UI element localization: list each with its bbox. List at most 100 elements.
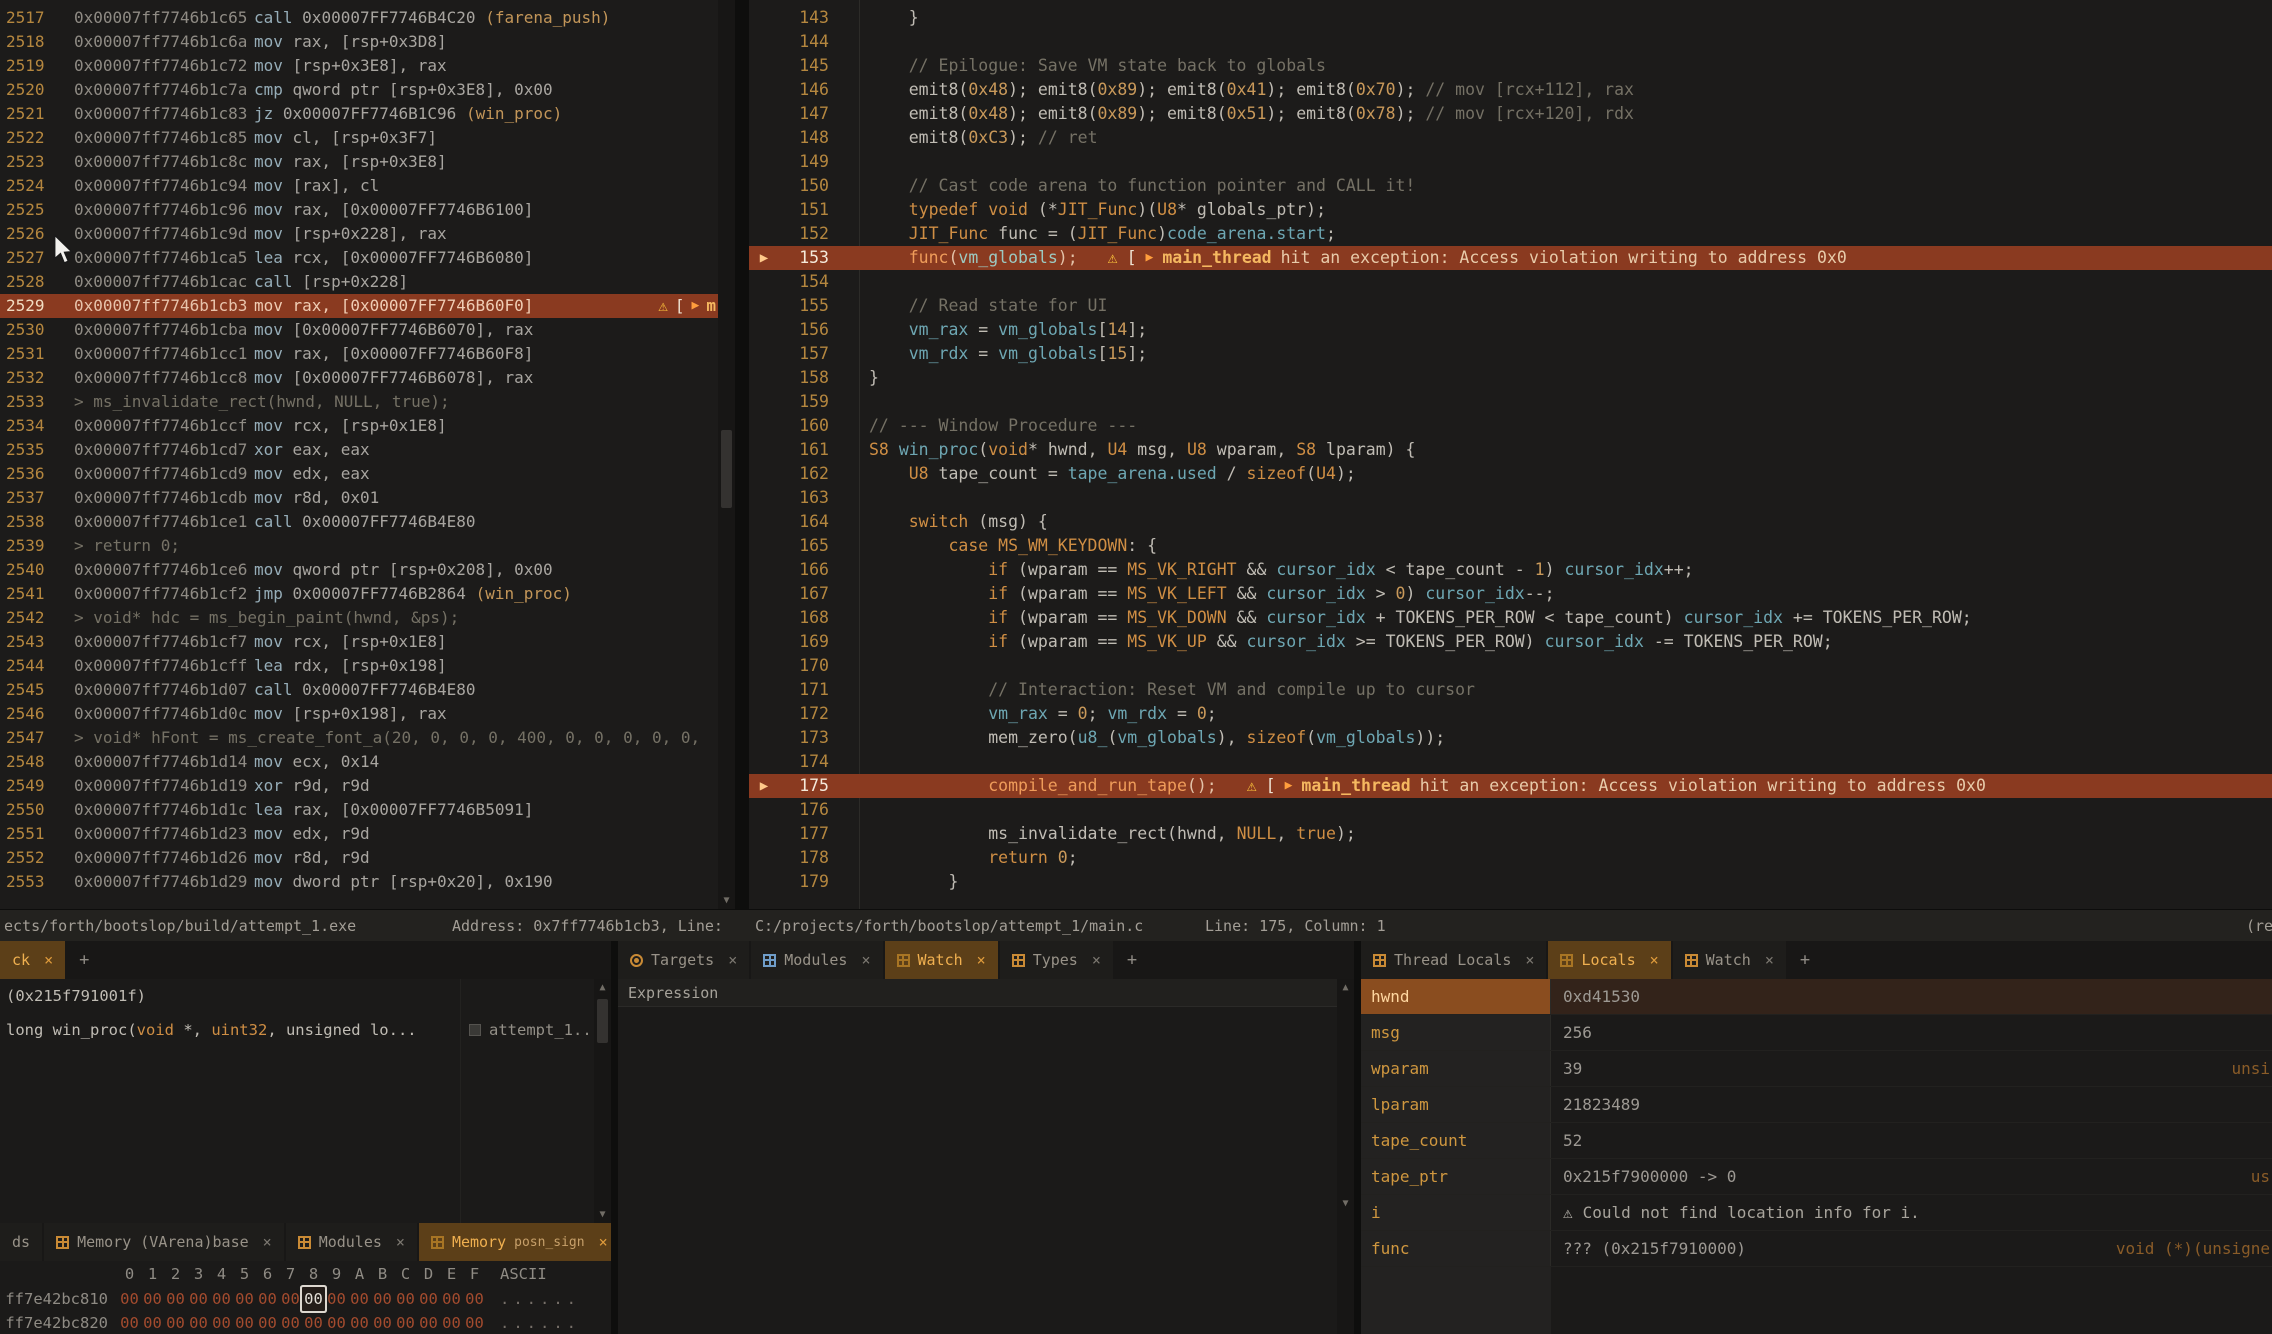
memory-byte[interactable]: 00 xyxy=(371,1311,394,1334)
memory-byte[interactable]: 00 xyxy=(279,1311,302,1334)
source-line-165[interactable]: 165 case MS_WM_KEYDOWN: { xyxy=(749,534,2272,558)
source-line-166[interactable]: 166 if (wparam == MS_VK_RIGHT && cursor_… xyxy=(749,558,2272,582)
memory-byte[interactable]: 00 xyxy=(325,1287,348,1311)
source-line-159[interactable]: 159 xyxy=(749,390,2272,414)
memory-byte[interactable]: 00 xyxy=(141,1287,164,1311)
source-line-170[interactable]: 170 xyxy=(749,654,2272,678)
source-line-152[interactable]: 152 JIT_Func func = (JIT_Func)code_arena… xyxy=(749,222,2272,246)
tab-memory[interactable]: Memoryposn_sign× xyxy=(419,1223,611,1261)
disasm-line-2526[interactable]: 25260x00007ff7746b1c9dmov [rsp+0x228], r… xyxy=(0,222,718,246)
close-tab-icon[interactable]: × xyxy=(396,1233,405,1251)
close-tab-icon[interactable]: × xyxy=(861,951,870,969)
memory-byte[interactable]: 00 xyxy=(164,1311,187,1334)
disasm-line-2517[interactable]: 25170x00007ff7746b1c65call 0x00007FF7746… xyxy=(0,6,718,30)
source-line-167[interactable]: 167 if (wparam == MS_VK_LEFT && cursor_i… xyxy=(749,582,2272,606)
new-tab-button[interactable]: + xyxy=(1115,950,1149,970)
callstack-scrollbar[interactable]: ▲ ▼ xyxy=(594,979,611,1223)
disasm-line-2525[interactable]: 25250x00007ff7746b1c96mov rax, [0x00007F… xyxy=(0,198,718,222)
memory-byte[interactable]: 00 xyxy=(187,1287,210,1311)
source-line-154[interactable]: 154 xyxy=(749,270,2272,294)
close-tab-icon[interactable]: × xyxy=(44,951,53,969)
disasm-line-2531[interactable]: 25310x00007ff7746b1cc1mov rax, [0x00007F… xyxy=(0,342,718,366)
memory-byte[interactable]: 00 xyxy=(463,1287,486,1311)
disasm-line-2521[interactable]: 25210x00007ff7746b1c83jz 0x00007FF7746B1… xyxy=(0,102,718,126)
local-row-wparam[interactable]: wparam39unsi xyxy=(1361,1051,2272,1087)
source-line-157[interactable]: 157 vm_rdx = vm_globals[15]; xyxy=(749,342,2272,366)
disasm-line-2537[interactable]: 25370x00007ff7746b1cdbmov r8d, 0x01 xyxy=(0,486,718,510)
memory-byte[interactable]: 00 xyxy=(417,1311,440,1334)
source-line-148[interactable]: 148 emit8(0xC3); // ret xyxy=(749,126,2272,150)
memory-byte[interactable]: 00 xyxy=(233,1287,256,1311)
close-tab-icon[interactable]: × xyxy=(1650,951,1659,969)
memory-byte[interactable]: 00 xyxy=(118,1311,141,1334)
tab-locals[interactable]: Locals× xyxy=(1548,941,1670,979)
memory-byte[interactable]: 00 xyxy=(118,1287,141,1311)
local-row-func[interactable]: func??? (0x215f7910000)void (*)(unsigne xyxy=(1361,1231,2272,1267)
memory-byte[interactable]: 00 xyxy=(348,1311,371,1334)
local-row-lparam[interactable]: lparam21823489 xyxy=(1361,1087,2272,1123)
memory-byte[interactable]: 00 xyxy=(210,1287,233,1311)
memory-byte[interactable]: 00 xyxy=(371,1287,394,1311)
tab-watch[interactable]: Watch× xyxy=(885,941,998,979)
tab-ds[interactable]: ds xyxy=(0,1223,42,1261)
close-tab-icon[interactable]: × xyxy=(263,1233,272,1251)
scroll-up-icon[interactable]: ▲ xyxy=(594,979,611,996)
disasm-line-2527[interactable]: 25270x00007ff7746b1ca5lea rcx, [0x00007F… xyxy=(0,246,718,270)
source-line-149[interactable]: 149 xyxy=(749,150,2272,174)
memory-byte-cursor[interactable]: 00 xyxy=(302,1287,325,1311)
disasm-line-2540[interactable]: 25400x00007ff7746b1ce6mov qword ptr [rsp… xyxy=(0,558,718,582)
close-tab-icon[interactable]: × xyxy=(1765,951,1774,969)
disasm-line-2528[interactable]: 25280x00007ff7746b1caccall [rsp+0x228] xyxy=(0,270,718,294)
disasm-line-2538[interactable]: 25380x00007ff7746b1ce1call 0x00007FF7746… xyxy=(0,510,718,534)
local-row-i[interactable]: i⚠Could not find location info for i. xyxy=(1361,1195,2272,1231)
source-line-156[interactable]: 156 vm_rax = vm_globals[14]; xyxy=(749,318,2272,342)
source-line-164[interactable]: 164 switch (msg) { xyxy=(749,510,2272,534)
source-line-150[interactable]: 150 // Cast code arena to function point… xyxy=(749,174,2272,198)
source-line-169[interactable]: 169 if (wparam == MS_VK_UP && cursor_idx… xyxy=(749,630,2272,654)
scroll-up-icon[interactable]: ▲ xyxy=(1337,979,1354,996)
disasm-scrollbar[interactable]: ▼ xyxy=(718,0,735,909)
watch-empty-area[interactable] xyxy=(618,1007,1354,1334)
source-line-158[interactable]: 158} xyxy=(749,366,2272,390)
source-line-144[interactable]: 144 xyxy=(749,30,2272,54)
close-tab-icon[interactable]: × xyxy=(599,1233,608,1251)
disasm-line-2553[interactable]: 25530x00007ff7746b1d29mov dword ptr [rsp… xyxy=(0,870,718,894)
memory-byte[interactable]: 00 xyxy=(440,1287,463,1311)
disasm-line-2523[interactable]: 25230x00007ff7746b1c8cmov rax, [rsp+0x3E… xyxy=(0,150,718,174)
scroll-down-icon[interactable]: ▼ xyxy=(718,892,735,909)
source-line-163[interactable]: 163 xyxy=(749,486,2272,510)
source-line-176[interactable]: 176 xyxy=(749,798,2272,822)
stack-frame-0[interactable]: (0x215f791001f) xyxy=(0,979,594,1013)
disasm-line-2546[interactable]: 25460x00007ff7746b1d0cmov [rsp+0x198], r… xyxy=(0,702,718,726)
disasm-line-2522[interactable]: 25220x00007ff7746b1c85mov cl, [rsp+0x3F7… xyxy=(0,126,718,150)
new-tab-button[interactable]: + xyxy=(67,950,101,970)
memory-byte[interactable]: 00 xyxy=(256,1311,279,1334)
memory-byte[interactable]: 00 xyxy=(417,1287,440,1311)
disasm-line-2530[interactable]: 25300x00007ff7746b1cbamov [0x00007FF7746… xyxy=(0,318,718,342)
source-line-162[interactable]: 162 U8 tape_count = tape_arena.used / si… xyxy=(749,462,2272,486)
memory-byte[interactable]: 00 xyxy=(233,1311,256,1334)
disasm-line-2545[interactable]: 25450x00007ff7746b1d07call 0x00007FF7746… xyxy=(0,678,718,702)
memory-byte[interactable]: 00 xyxy=(141,1311,164,1334)
local-row-tape-ptr[interactable]: tape_ptr0x215f7900000 -> 0us xyxy=(1361,1159,2272,1195)
memory-byte[interactable]: 00 xyxy=(394,1311,417,1334)
source-line-173[interactable]: 173 mem_zero(u8_(vm_globals), sizeof(vm_… xyxy=(749,726,2272,750)
scroll-down-icon[interactable]: ▼ xyxy=(594,1206,611,1223)
source-line-143[interactable]: 143 } xyxy=(749,6,2272,30)
source-line-161[interactable]: 161S8 win_proc(void* hwnd, U4 msg, U8 wp… xyxy=(749,438,2272,462)
tab-watch[interactable]: Watch× xyxy=(1673,941,1786,979)
memory-byte[interactable]: 00 xyxy=(394,1287,417,1311)
source-line-172[interactable]: 172 vm_rax = 0; vm_rdx = 0; xyxy=(749,702,2272,726)
disasm-line-2533[interactable]: 2533> ms_invalidate_rect(hwnd, NULL, tru… xyxy=(0,390,718,414)
source-line-146[interactable]: 146 emit8(0x48); emit8(0x89); emit8(0x41… xyxy=(749,78,2272,102)
disasm-line-2518[interactable]: 25180x00007ff7746b1c6amov rax, [rsp+0x3D… xyxy=(0,30,718,54)
disasm-line-2551[interactable]: 25510x00007ff7746b1d23mov edx, r9d xyxy=(0,822,718,846)
local-row-tape-count[interactable]: tape_count52 xyxy=(1361,1123,2272,1159)
source-line-145[interactable]: 145 // Epilogue: Save VM state back to g… xyxy=(749,54,2272,78)
scroll-down-icon[interactable]: ▼ xyxy=(1337,1195,1354,1212)
source-line-155[interactable]: 155 // Read state for UI xyxy=(749,294,2272,318)
source-line-179[interactable]: 179 } xyxy=(749,870,2272,894)
memory-byte[interactable]: 00 xyxy=(348,1287,371,1311)
scrollbar-thumb[interactable] xyxy=(721,430,732,508)
source-line-178[interactable]: 178 return 0; xyxy=(749,846,2272,870)
